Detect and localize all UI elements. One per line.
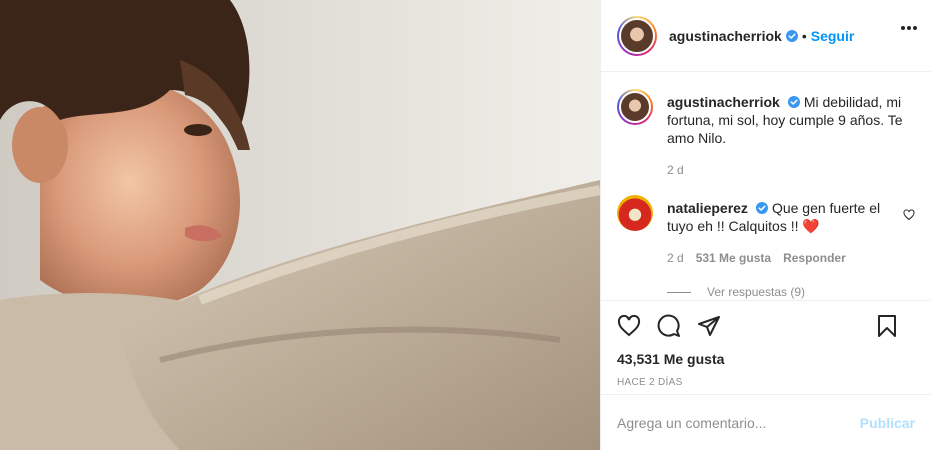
comment-item: natalieperez Que gen fuerte el tuyo eh !!… bbox=[617, 195, 915, 267]
comments-list[interactable]: agustinacherriok Mi debilidad, mi fortuna… bbox=[601, 73, 931, 299]
separator-dot: • bbox=[801, 27, 807, 44]
more-options-icon[interactable] bbox=[901, 26, 917, 30]
caption-username[interactable]: agustinacherriok bbox=[667, 94, 780, 110]
share-icon[interactable] bbox=[697, 314, 721, 338]
bookmark-icon[interactable] bbox=[875, 314, 899, 338]
reply-button[interactable]: Responder bbox=[783, 249, 846, 267]
author-avatar[interactable] bbox=[617, 15, 657, 56]
post-header: agustinacherriok • Seguir bbox=[601, 0, 931, 72]
verified-icon bbox=[785, 29, 798, 42]
post-actions-section: 43,531 Me gusta HACE 2 DÍAS bbox=[601, 300, 931, 388]
instagram-post: agustinacherriok • Seguir agustinacherri… bbox=[0, 0, 931, 450]
caption-avatar[interactable] bbox=[617, 89, 653, 125]
view-replies-button[interactable]: Ver respuestas (9) bbox=[667, 285, 915, 299]
author-username[interactable]: agustinacherriok bbox=[669, 28, 782, 44]
verified-icon bbox=[787, 96, 800, 108]
view-replies-label: Ver respuestas (9) bbox=[707, 285, 806, 299]
action-bar bbox=[617, 301, 915, 351]
post-sidebar: agustinacherriok • Seguir agustinacherri… bbox=[600, 0, 931, 450]
likes-count[interactable]: 43,531 Me gusta bbox=[617, 351, 915, 367]
post-time[interactable]: HACE 2 DÍAS bbox=[617, 377, 915, 388]
heart-outline-small-icon[interactable] bbox=[903, 209, 915, 221]
comment-time[interactable]: 2 d bbox=[667, 249, 684, 267]
verified-icon bbox=[755, 202, 768, 214]
post-photo[interactable] bbox=[0, 0, 600, 450]
replies-divider bbox=[667, 291, 691, 293]
caption-time[interactable]: 2 d bbox=[667, 161, 684, 179]
comment-likes[interactable]: 531 Me gusta bbox=[696, 249, 771, 267]
commenter-username[interactable]: natalieperez bbox=[667, 200, 748, 216]
boy-photo-illustration bbox=[0, 0, 600, 450]
follow-button[interactable]: Seguir bbox=[811, 28, 855, 44]
commenter-avatar[interactable] bbox=[617, 195, 653, 231]
comment-icon[interactable] bbox=[657, 314, 681, 338]
heart-icon[interactable] bbox=[617, 314, 641, 338]
add-comment-section: Publicar bbox=[601, 394, 931, 450]
comment-input[interactable] bbox=[617, 414, 860, 431]
publish-button[interactable]: Publicar bbox=[860, 415, 915, 431]
heart-emoji: ❤️ bbox=[802, 218, 820, 234]
caption: agustinacherriok Mi debilidad, mi fortuna… bbox=[617, 89, 915, 179]
